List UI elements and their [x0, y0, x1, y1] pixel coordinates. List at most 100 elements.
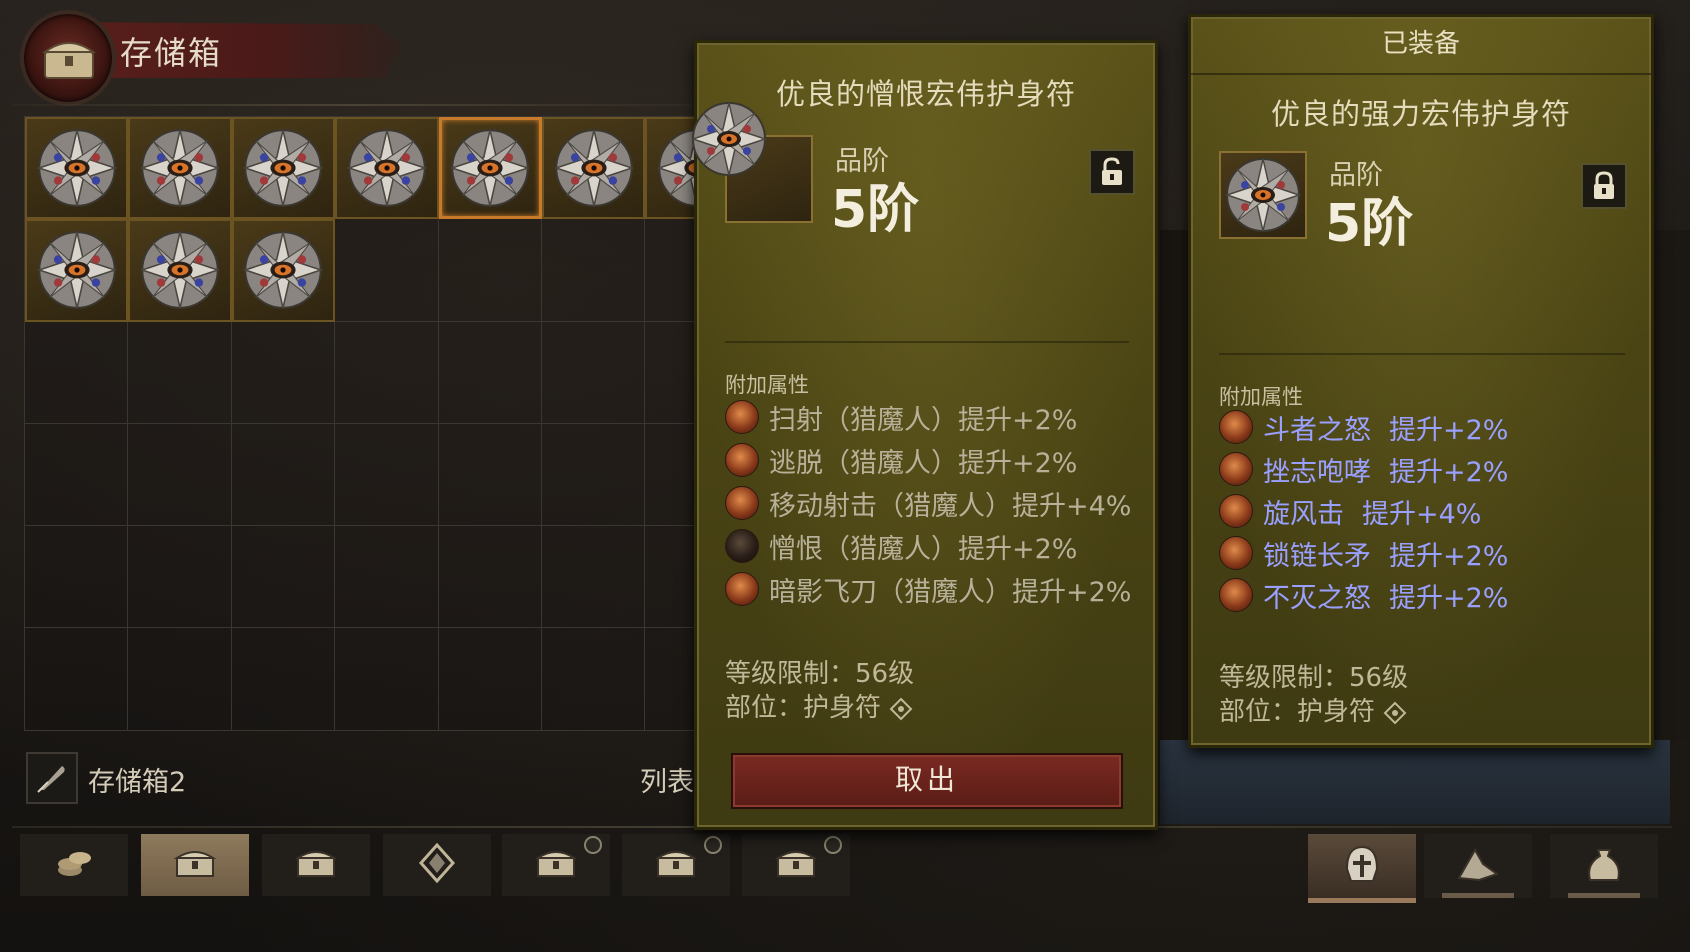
attribute-text: 不灭之怒 提升+2% — [1263, 576, 1508, 615]
storage-tab-5[interactable] — [502, 834, 610, 896]
storage-tab-7[interactable] — [742, 834, 850, 896]
inventory-slot[interactable] — [335, 526, 439, 629]
attribute-row: 憎恨（猎魔人）提升+2% — [725, 526, 1077, 566]
inventory-slot[interactable] — [335, 628, 439, 731]
inventory-slot[interactable] — [25, 321, 129, 424]
amulet-icon — [244, 231, 323, 310]
inventory-slot[interactable] — [25, 423, 129, 527]
inventory-slot[interactable] — [335, 321, 439, 424]
inventory-slot[interactable] — [25, 219, 129, 322]
inventory-slot[interactable] — [438, 321, 542, 424]
amulet-icon — [692, 102, 766, 176]
equipment-tab-2[interactable] — [1424, 834, 1532, 898]
inventory-slot[interactable] — [231, 423, 336, 527]
equipment-tab-1[interactable] — [1308, 834, 1416, 903]
amulet-icon — [451, 129, 530, 207]
amulet-icon — [37, 231, 116, 310]
page-title: 存储箱 — [120, 34, 223, 72]
equipment-tab-3[interactable] — [1550, 834, 1658, 898]
level-requirement: 等级限制：56级 — [725, 659, 915, 689]
skill-bonus: 提升+2% — [1389, 456, 1509, 488]
slot-info: 部位：护身符 — [725, 687, 913, 724]
inventory-slot[interactable] — [438, 219, 542, 322]
list-view-toggle[interactable]: 列表 — [640, 760, 694, 799]
skill-name: 锁链长矛 — [1263, 540, 1371, 572]
inventory-slot[interactable] — [231, 628, 336, 731]
inventory-slot[interactable] — [128, 321, 232, 424]
attribute-row: 不灭之怒 提升+2% — [1219, 575, 1508, 615]
tab-underline — [1568, 893, 1640, 898]
rename-storage-button[interactable] — [26, 752, 78, 804]
equipped-label: 已装备 — [1191, 17, 1651, 75]
amulet-icon — [141, 231, 219, 310]
multishot-icon — [725, 486, 759, 520]
inventory-slot[interactable] — [438, 117, 542, 220]
chest-icon — [654, 846, 698, 884]
storage-name[interactable]: 存储箱2 — [88, 760, 186, 799]
chest-icon — [173, 846, 217, 884]
amulet-icon — [554, 129, 633, 207]
whirlwind-icon — [1219, 494, 1253, 528]
amulet-icon — [141, 129, 219, 207]
inventory-slot[interactable] — [231, 526, 336, 629]
scenery-strip — [1160, 740, 1670, 824]
storage-tab-2[interactable] — [141, 834, 249, 896]
gold-coins-icon — [54, 846, 94, 884]
inventory-slot[interactable] — [541, 117, 646, 220]
inventory-slot[interactable] — [128, 526, 232, 629]
inventory-slot[interactable] — [438, 423, 542, 527]
attribute-text: 移动射击（猎魔人）提升+4% — [769, 490, 1132, 522]
lock-toggle-button[interactable] — [1581, 163, 1627, 209]
inventory-slot[interactable] — [231, 219, 336, 322]
inventory-slot[interactable] — [438, 628, 542, 731]
inventory-slot[interactable] — [335, 117, 439, 220]
inventory-slot[interactable] — [231, 117, 336, 220]
amulet-icon — [1226, 158, 1300, 232]
lock-toggle-button[interactable] — [1089, 149, 1135, 195]
skill-bonus: 提升+4% — [1362, 498, 1482, 530]
divider — [12, 104, 692, 106]
withdraw-button[interactable]: 取出 — [731, 753, 1123, 809]
clock-lock-icon — [704, 836, 722, 854]
inventory-slot[interactable] — [335, 219, 439, 322]
inventory-slot[interactable] — [25, 628, 129, 731]
item-image — [692, 102, 813, 223]
storage-tab-3[interactable] — [262, 834, 370, 896]
chest-icon — [294, 846, 338, 884]
attribute-text: 挫志咆哮 提升+2% — [1263, 450, 1508, 489]
storage-tab-1[interactable] — [20, 834, 128, 896]
attribute-text: 扫射（猎魔人）提升+2% — [769, 404, 1078, 436]
slot-text: 部位：护身符 — [725, 693, 882, 723]
inventory-slot[interactable] — [128, 628, 232, 731]
skill-name: 不灭之怒 — [1263, 582, 1371, 614]
storage-tab-4[interactable] — [383, 834, 491, 896]
slot-text: 部位：护身符 — [1219, 697, 1376, 727]
inventory-slot[interactable] — [541, 219, 646, 322]
attribute-row: 挫志咆哮 提升+2% — [1219, 449, 1508, 489]
inventory-slot[interactable] — [541, 526, 646, 629]
attribute-row: 暗影飞刀（猎魔人）提升+2% — [725, 569, 1131, 609]
inventory-slot[interactable] — [541, 423, 646, 527]
attribute-row: 斗者之怒 提升+2% — [1219, 407, 1508, 447]
feather-icon — [37, 766, 65, 793]
inventory-slot[interactable] — [438, 526, 542, 629]
skill-name: 旋风击 — [1263, 498, 1344, 530]
clock-lock-icon — [584, 836, 602, 854]
chest-icon — [774, 846, 818, 884]
inventory-slot[interactable] — [128, 423, 232, 527]
skill-bonus: 提升+2% — [1389, 582, 1509, 614]
inventory-slot[interactable] — [128, 219, 232, 322]
storage-tab-6[interactable] — [622, 834, 730, 896]
inventory-slot[interactable] — [335, 423, 439, 527]
amulet-icon — [244, 129, 323, 207]
inventory-slot[interactable] — [25, 526, 129, 629]
attribute-row: 扫射（猎魔人）提升+2% — [725, 397, 1077, 437]
clock-lock-icon — [824, 836, 842, 854]
unlocked-icon — [1102, 157, 1122, 185]
inventory-slot[interactable] — [128, 117, 232, 220]
inventory-slot[interactable] — [231, 321, 336, 424]
inventory-slot[interactable] — [541, 321, 646, 424]
inventory-slot[interactable] — [541, 628, 646, 731]
inventory-slot[interactable] — [25, 117, 129, 220]
attribute-text: 旋风击 提升+4% — [1263, 492, 1481, 531]
